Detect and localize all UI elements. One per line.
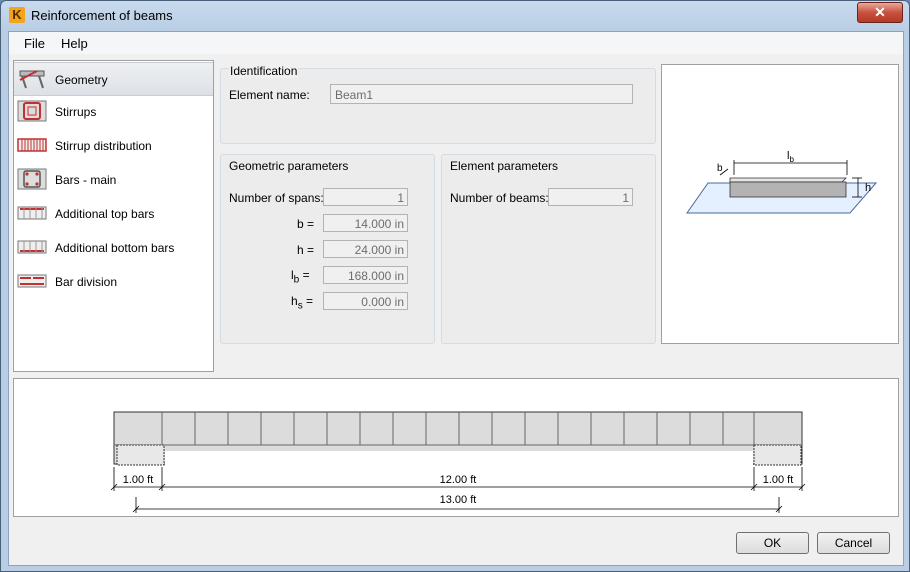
nav-label-stirrup-distribution: Stirrup distribution — [55, 139, 152, 153]
nav-label-bar-division: Bar division — [55, 275, 118, 289]
number-of-spans-input[interactable]: 1 — [323, 188, 408, 206]
beam-preview-drawing: lb b h — [686, 150, 878, 214]
menu-help[interactable]: Help — [61, 36, 88, 51]
hs-input[interactable]: 0.000 in — [323, 292, 408, 310]
dialog-window: K Reinforcement of beams ✕ File Help Geo… — [0, 0, 910, 572]
close-button[interactable]: ✕ — [857, 2, 903, 23]
nav-label-additional-bottom-bars: Additional bottom bars — [55, 241, 175, 255]
geometry-icon — [19, 70, 45, 89]
geometric-parameters-title: Geometric parameters — [229, 159, 349, 173]
beam-preview: lb b h — [661, 64, 899, 344]
menu-bar: File Help — [9, 32, 903, 54]
nav-item-geometry[interactable]: Geometry — [14, 62, 213, 96]
dim-total: 13.00 ft — [440, 494, 477, 506]
preview-h-label: h — [865, 182, 871, 194]
dim-left-support: 1.00 ft — [123, 474, 154, 486]
support-right — [753, 444, 802, 466]
identification-title: Identification — [229, 64, 299, 78]
dim-right-support: 1.00 ft — [763, 474, 794, 486]
beam-elevation-diagram: 1.00 ft 12.00 ft 1.00 ft 13.00 ft — [13, 378, 899, 517]
title-bar: K Reinforcement of beams ✕ — [1, 1, 909, 31]
nav-item-bar-division[interactable]: Bar division — [14, 265, 213, 299]
section-list: Geometry Stirrups Stirrup distribution B… — [13, 60, 214, 372]
geometric-parameters-group: Geometric parameters Number of spans: 1 … — [220, 154, 435, 344]
support-left — [116, 444, 165, 466]
beam-front-face — [729, 181, 847, 198]
nav-item-additional-top-bars[interactable]: Additional top bars — [14, 197, 213, 231]
nav-item-stirrups[interactable]: Stirrups — [14, 95, 213, 129]
lb-input[interactable]: 168.000 in — [323, 266, 408, 284]
beam-top-face — [729, 177, 847, 183]
element-parameters-group: Element parameters Number of beams: 1 — [441, 154, 656, 344]
additional-top-bars-icon — [17, 206, 47, 220]
dim-span: 12.00 ft — [440, 474, 477, 486]
nav-label-stirrups: Stirrups — [55, 105, 97, 119]
bar-division-icon — [17, 274, 47, 288]
hs-label-sub: s — [297, 300, 303, 312]
h-label: h = — [297, 243, 315, 257]
beam-span-gap — [165, 451, 753, 467]
nav-label-additional-top-bars: Additional top bars — [55, 207, 155, 221]
lb-label-eq: = — [302, 268, 310, 282]
b-label: b = — [297, 217, 315, 231]
hs-label-eq: = — [306, 294, 314, 308]
window-title: Reinforcement of beams — [31, 8, 173, 23]
h-input[interactable]: 24.000 in — [323, 240, 408, 258]
additional-bottom-bars-icon — [17, 240, 47, 254]
b-input[interactable]: 14.000 in — [323, 214, 408, 232]
nav-item-stirrup-distribution[interactable]: Stirrup distribution — [14, 129, 213, 163]
dialog-client-area: File Help Geometry Stirrups Stirrup dist… — [8, 31, 904, 566]
hs-label-main: h — [291, 294, 298, 308]
beam-elevation-drawing: 1.00 ft 12.00 ft 1.00 ft 13.00 ft — [110, 411, 806, 513]
app-logo-icon: K — [9, 7, 25, 23]
stirrup-distribution-icon — [17, 138, 47, 152]
lb-label: lb = — [291, 268, 310, 285]
cancel-button[interactable]: Cancel — [817, 532, 890, 554]
stirrups-icon — [17, 100, 47, 122]
nav-label-bars-main: Bars - main — [55, 173, 117, 187]
nav-label-geometry: Geometry — [55, 73, 108, 87]
element-name-input[interactable]: Beam1 — [330, 84, 633, 104]
preview-b-label: b — [717, 163, 723, 174]
nav-item-bars-main[interactable]: Bars - main — [14, 163, 213, 197]
preview-lb-label: lb — [787, 150, 794, 164]
element-name-label: Element name: — [229, 88, 310, 102]
number-of-beams-label: Number of beams: — [450, 191, 549, 205]
hs-label: hs = — [291, 294, 313, 311]
number-of-beams-input[interactable]: 1 — [548, 188, 633, 206]
element-parameters-title: Element parameters — [450, 159, 559, 173]
ok-button[interactable]: OK — [736, 532, 809, 554]
lb-label-sub: b — [293, 274, 300, 286]
nav-item-additional-bottom-bars[interactable]: Additional bottom bars — [14, 231, 213, 265]
number-of-spans-label: Number of spans: — [229, 191, 324, 205]
menu-file[interactable]: File — [24, 36, 45, 51]
identification-group: Identification Element name: Beam1 — [220, 64, 656, 144]
bars-main-icon — [17, 168, 47, 190]
